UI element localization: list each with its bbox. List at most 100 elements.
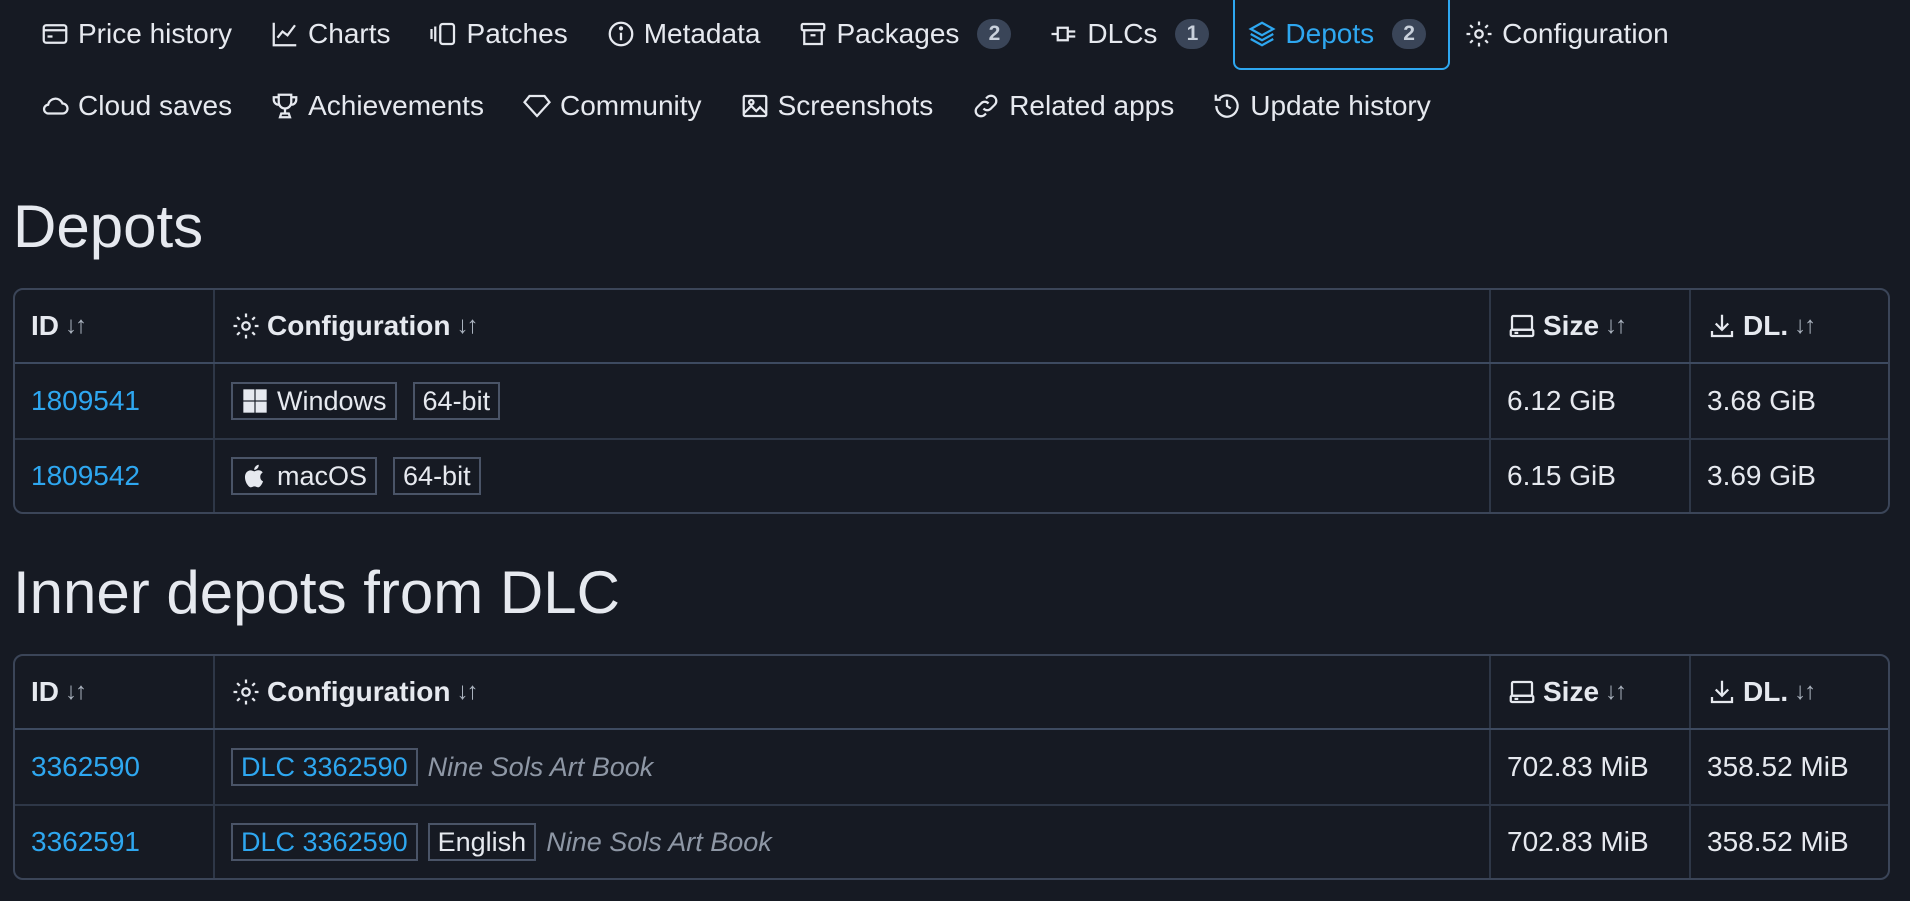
tab-related-apps[interactable]: Related apps [957, 72, 1198, 140]
tab-label: Achievements [308, 90, 484, 121]
os-label: Windows [277, 385, 387, 416]
tab-configuration[interactable]: Configuration [1450, 0, 1693, 68]
sort-icon: ↓↑ [456, 678, 479, 705]
column-label: Configuration [267, 676, 451, 707]
drive-icon [1509, 680, 1535, 704]
column-label: ID [31, 676, 59, 707]
count-badge: 1 [1175, 19, 1210, 49]
id-cell: 1809542 [15, 440, 215, 512]
info-icon [608, 21, 634, 47]
tab-row-1: Price history Charts Patches Metadata Pa… [0, 0, 1910, 70]
tab-cloud-saves[interactable]: Cloud saves [26, 72, 256, 140]
sort-icon: ↓↑ [65, 678, 87, 705]
size-cell: 702.83 MiB [1491, 806, 1691, 878]
config-cell: DLC 3362590 English Nine Sols Art Book [215, 806, 1491, 878]
tab-screenshots[interactable]: Screenshots [726, 72, 958, 140]
table-row: 1809542 macOS 64-bit 6.15 GiB 3.69 GiB [15, 438, 1888, 512]
tab-depots[interactable]: Depots 2 [1233, 0, 1451, 70]
dlc-name: Nine Sols Art Book [427, 751, 654, 782]
dl-cell: 3.68 GiB [1707, 385, 1816, 416]
column-header-dl[interactable]: DL. ↓↑ [1691, 290, 1888, 362]
depot-id-link[interactable]: 1809541 [31, 385, 140, 417]
tab-label: Charts [308, 18, 391, 49]
tab-label: Metadata [643, 18, 761, 49]
tab-charts[interactable]: Charts [256, 0, 414, 68]
column-header-dl[interactable]: DL. ↓↑ [1691, 656, 1888, 728]
os-tag: macOS [231, 457, 378, 495]
column-header-size[interactable]: Size ↓↑ [1491, 656, 1691, 728]
tab-label: Related apps [1009, 90, 1175, 121]
sort-icon: ↓↑ [1794, 312, 1816, 339]
table-row: 3362590 DLC 3362590 Nine Sols Art Book 7… [15, 730, 1888, 804]
diamond-icon [522, 94, 551, 118]
tab-label: Screenshots [777, 90, 934, 121]
column-label: Size [1543, 310, 1600, 341]
chart-icon [272, 22, 297, 47]
size-cell: 6.15 GiB [1491, 440, 1691, 512]
id-cell: 1809541 [15, 364, 215, 438]
column-label: Configuration [267, 310, 451, 341]
id-cell: 3362591 [15, 806, 215, 878]
config-cell: DLC 3362590 Nine Sols Art Book [215, 730, 1491, 804]
tab-label: Community [559, 90, 702, 121]
tab-packages[interactable]: Packages 2 [784, 0, 1035, 68]
patches-icon [429, 22, 455, 46]
tab-label: Cloud saves [78, 90, 233, 121]
dl-cell: 3.69 GiB [1707, 460, 1816, 491]
tab-label: Configuration [1502, 18, 1669, 49]
tab-patches[interactable]: Patches [415, 0, 592, 68]
page-title: Depots [13, 193, 204, 260]
dlc-link[interactable]: DLC 3362590 [231, 748, 418, 786]
layers-icon [1248, 21, 1276, 47]
config-cell: macOS 64-bit [215, 440, 1491, 512]
count-badge: 2 [1392, 19, 1427, 49]
tab-row-2: Cloud saves Achievements Community Scree… [0, 68, 1910, 144]
tab-label: Update history [1250, 90, 1431, 121]
dlc-name: Nine Sols Art Book [546, 826, 772, 857]
tab-label: Price history [78, 18, 233, 49]
dl-cell: 358.52 MiB [1707, 751, 1849, 782]
inner-depots-table: ID ↓↑ Configuration ↓↑ Size ↓↑ DL. ↓↑ 336259… [13, 654, 1890, 880]
column-header-id[interactable]: ID ↓↑ [15, 656, 215, 728]
dlc-link[interactable]: DLC 3362590 [231, 823, 418, 861]
sort-icon: ↓↑ [65, 312, 87, 339]
tab-update-history[interactable]: Update history [1198, 72, 1455, 140]
dl-cell: 358.52 MiB [1707, 826, 1849, 857]
depot-id-link[interactable]: 1809542 [31, 460, 140, 492]
sort-icon: ↓↑ [1605, 312, 1627, 339]
depot-id-link[interactable]: 3362590 [31, 751, 140, 783]
tab-label: Depots [1285, 18, 1375, 49]
sort-icon: ↓↑ [456, 312, 479, 339]
size-cell: 6.12 GiB [1491, 364, 1691, 438]
column-header-id[interactable]: ID ↓↑ [15, 290, 215, 362]
table-header: ID ↓↑ Configuration ↓↑ Size ↓↑ DL. ↓↑ [15, 290, 1888, 364]
download-icon [1710, 314, 1734, 338]
column-header-configuration[interactable]: Configuration ↓↑ [215, 656, 1491, 728]
package-icon [801, 22, 826, 46]
language-tag: English [427, 823, 537, 861]
table-row: 3362591 DLC 3362590 English Nine Sols Ar… [15, 804, 1888, 878]
arch-tag: 64-bit [393, 457, 481, 495]
plug-icon [1051, 26, 1076, 42]
tab-navigation: Price history Charts Patches Metadata Pa… [0, 0, 1910, 144]
section-title: Inner depots from DLC [13, 559, 620, 626]
column-header-configuration[interactable]: Configuration ↓↑ [215, 290, 1491, 362]
price-history-icon [42, 24, 68, 44]
depots-table: ID ↓↑ Configuration ↓↑ Size ↓↑ DL. ↓↑ 180954… [13, 288, 1890, 514]
tab-achievements[interactable]: Achievements [256, 72, 508, 140]
gear-icon [233, 313, 259, 339]
tab-metadata[interactable]: Metadata [592, 0, 785, 68]
tab-price-history[interactable]: Price history [26, 0, 256, 68]
column-header-size[interactable]: Size ↓↑ [1491, 290, 1691, 362]
tab-community[interactable]: Community [508, 72, 726, 140]
config-cell: Windows 64-bit [215, 364, 1491, 438]
trophy-icon [272, 93, 298, 119]
tab-dlcs[interactable]: DLCs 1 [1035, 0, 1233, 68]
tab-label: Patches [466, 18, 568, 49]
count-badge: 2 [977, 19, 1012, 49]
image-icon [742, 94, 767, 118]
drive-icon [1509, 314, 1535, 338]
depot-id-link[interactable]: 3362591 [31, 826, 140, 858]
id-cell: 3362590 [15, 730, 215, 804]
tab-label: Packages [836, 18, 960, 49]
